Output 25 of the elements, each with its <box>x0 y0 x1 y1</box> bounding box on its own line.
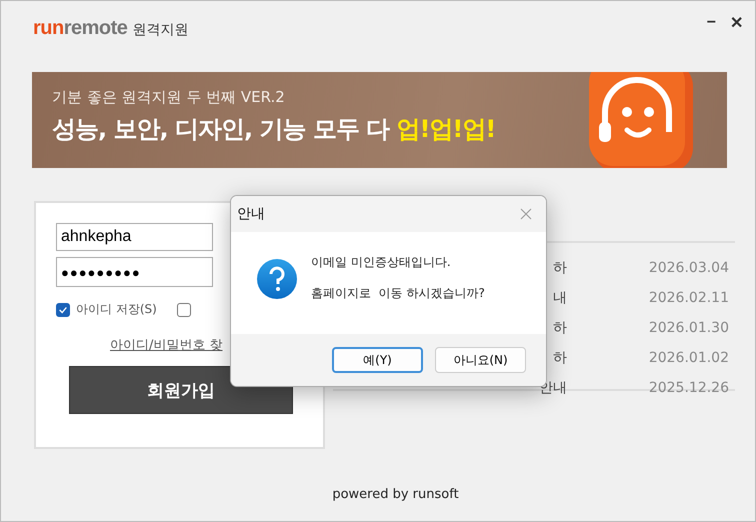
footer-text: powered by runsoft <box>331 487 460 502</box>
dialog-button[interactable]: 아니요(N) <box>435 347 526 373</box>
dialog-message: 홈페이지로 이동 하시겠습니까? <box>311 285 485 302</box>
notice-date: 2026.01.02 <box>648 350 729 366</box>
close-button[interactable]: ✕ <box>726 13 747 33</box>
dialog-title: 안내 <box>237 205 265 223</box>
dialog-button[interactable]: 예(Y) <box>332 347 423 373</box>
question-icon <box>257 259 297 299</box>
checkbox[interactable] <box>176 302 191 316</box>
notice-date: 2026.03.04 <box>648 260 729 276</box>
checkbox[interactable] <box>56 302 70 316</box>
close-icon[interactable] <box>520 208 532 220</box>
username-field[interactable]: ahnkepha <box>56 223 213 251</box>
banner-headline: 성능, 보안, 디자인, 기능 모두 다 업!업!업! <box>52 114 496 145</box>
notice-date: 2026.01.30 <box>648 320 729 336</box>
checkmark-icon <box>58 304 68 314</box>
dialog-message: 이메일 미인증상태입니다. <box>311 254 452 271</box>
promo-banner[interactable]: 기분 좋은 원격지원 두 번째 VER.2 성능, 보안, 디자인, 기능 모두 다 업!업!업! <box>32 72 727 168</box>
password-field[interactable]: ●●●●●●●●● <box>56 257 213 287</box>
banner-subtitle: 기분 좋은 원격지원 두 번째 VER.2 <box>52 88 286 107</box>
notice-date: 2025.12.26 <box>648 380 729 396</box>
minimize-button[interactable]: − <box>702 13 720 33</box>
checkbox-label: 아이디 저장(S) <box>76 301 157 318</box>
notice-date: 2026.02.11 <box>648 290 729 306</box>
app-logo: runremote 원격지원 <box>33 16 188 40</box>
